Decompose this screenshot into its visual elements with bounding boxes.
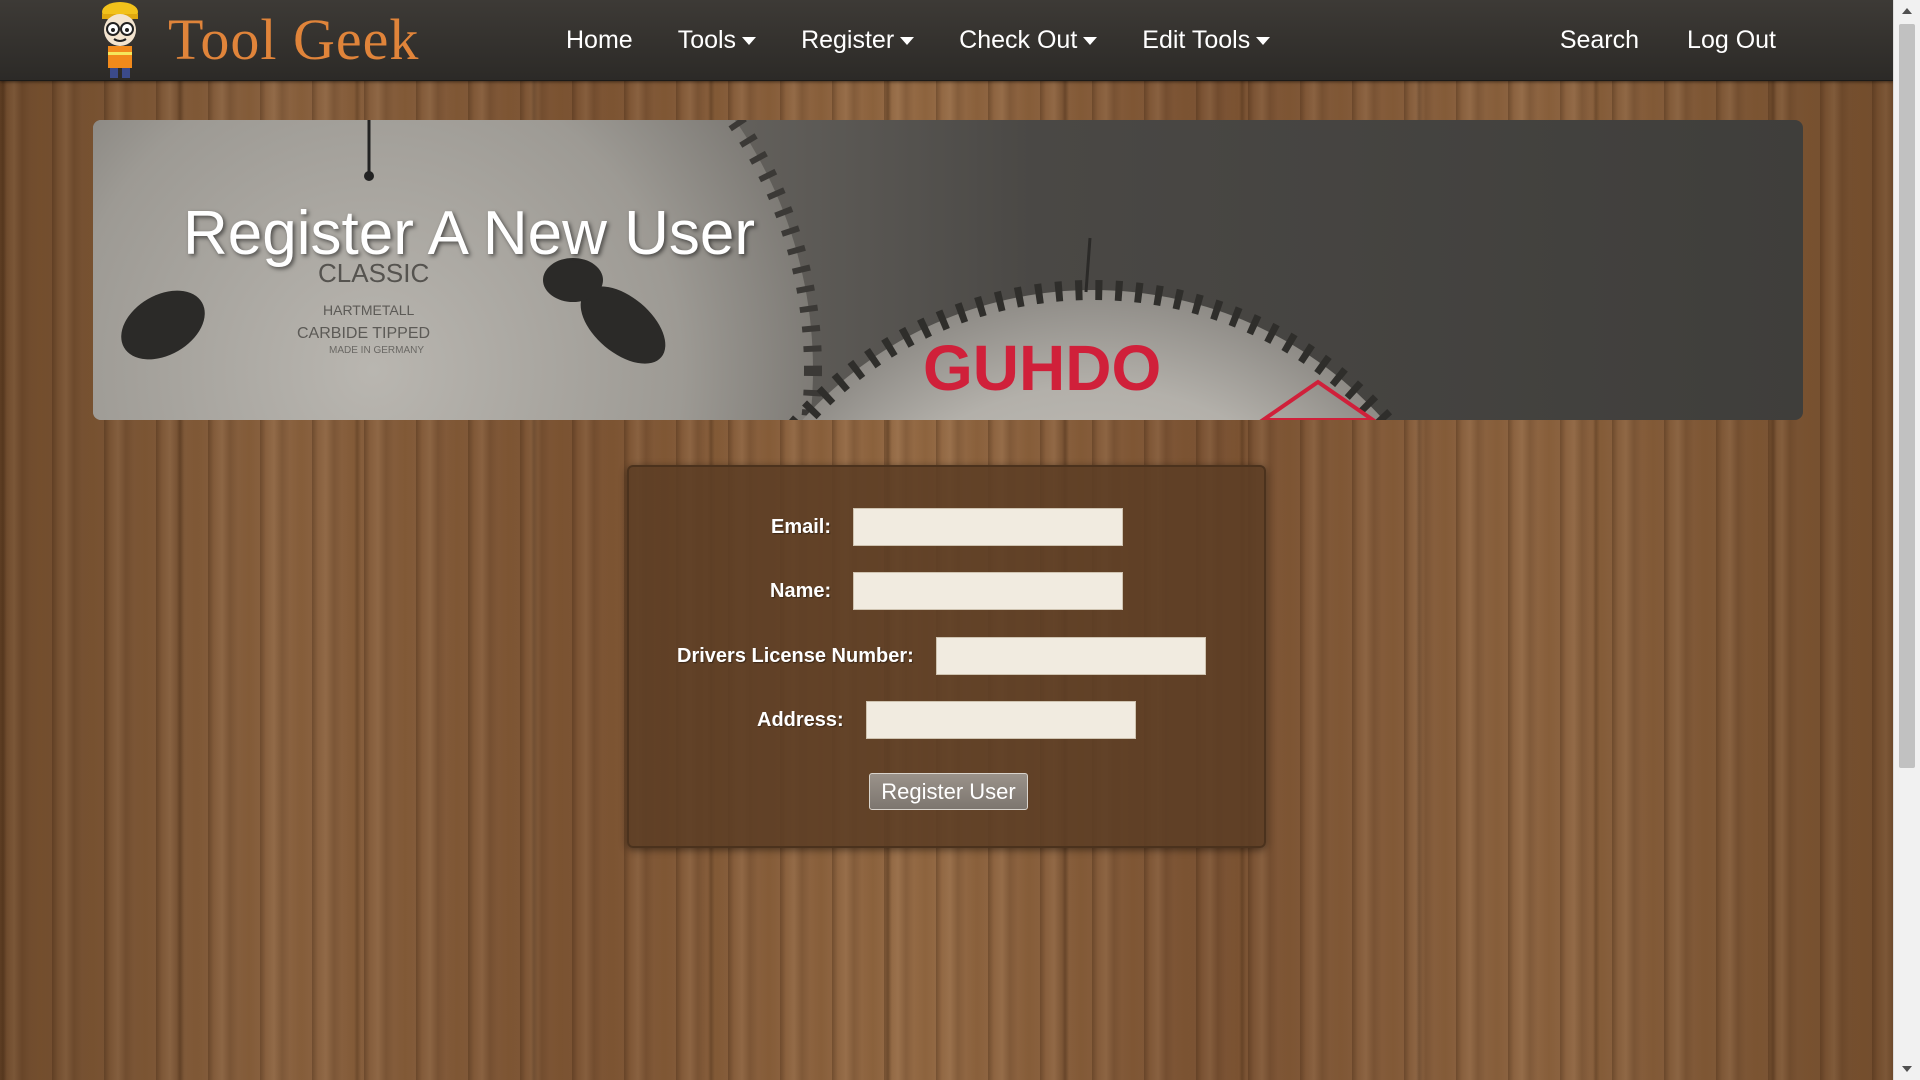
nav-search-label: Search (1559, 25, 1640, 54)
right-nav: Search Log Out (1512, 0, 1776, 80)
nav-check-out[interactable]: Check Out (959, 25, 1098, 55)
license-field[interactable] (935, 637, 1206, 675)
nav-check-out-label: Check Out (959, 25, 1078, 54)
nav-log-out[interactable]: Log Out (1687, 26, 1776, 55)
caret-down-icon (900, 37, 915, 45)
nav-log-out-label: Log Out (1687, 25, 1776, 54)
nav-edit-tools-label: Edit Tools (1142, 25, 1251, 54)
page-scrollbar[interactable] (1893, 0, 1920, 1080)
email-row: Email: (771, 507, 1124, 547)
email-field[interactable] (853, 508, 1124, 546)
nav-home[interactable]: Home (566, 26, 633, 55)
blade1-text-carbide: CARBIDE TIPPED (297, 325, 430, 342)
nav-edit-tools[interactable]: Edit Tools (1142, 25, 1271, 55)
address-field[interactable] (865, 701, 1136, 739)
caret-down-icon (1083, 37, 1098, 45)
nav-tools[interactable]: Tools (677, 25, 757, 55)
scroll-up-icon[interactable] (1902, 8, 1912, 14)
register-user-button[interactable]: Register User (869, 773, 1028, 810)
nav-register-label: Register (801, 25, 895, 54)
page-title: Register A New User (183, 199, 755, 268)
license-label: Drivers License Number: (677, 644, 914, 667)
caret-down-icon (742, 37, 757, 45)
name-row: Name: (770, 571, 1124, 611)
scroll-thumb[interactable] (1899, 24, 1915, 768)
email-label: Email: (771, 515, 832, 538)
brand[interactable]: Tool Geek (90, 0, 419, 80)
nav-home-label: Home (566, 25, 633, 54)
saw-blades-image: CLASSIC HARTMETALL CARBIDE TIPPED MADE I… (93, 120, 1397, 420)
main-nav: Home Tools Register Check Out Edit Tools (566, 0, 1315, 80)
name-field[interactable] (853, 572, 1124, 610)
top-navbar: Tool Geek Home Tools Register Check Out … (0, 0, 1894, 81)
scroll-down-icon[interactable] (1902, 1066, 1912, 1072)
nav-tools-label: Tools (677, 25, 737, 54)
caret-down-icon (1256, 37, 1271, 45)
address-row: Address: (757, 700, 1136, 740)
name-label: Name: (770, 579, 832, 602)
nav-search[interactable]: Search (1560, 26, 1639, 55)
blade1-text-hartmetall: HARTMETALL (323, 302, 414, 318)
brand-title: Tool Geek (168, 7, 420, 72)
license-row: Drivers License Number: (677, 636, 1206, 676)
blade1-text-made-in: MADE IN GERMANY (329, 345, 424, 356)
blade2-brand-guhdo: GUHDO (923, 332, 1161, 404)
hero-banner: CLASSIC HARTMETALL CARBIDE TIPPED MADE I… (93, 120, 1803, 420)
register-form: Email: Name: Drivers License Number: Add… (627, 465, 1266, 848)
address-label: Address: (757, 708, 844, 731)
nav-register[interactable]: Register (801, 25, 915, 55)
geek-mascot-icon (90, 0, 150, 80)
